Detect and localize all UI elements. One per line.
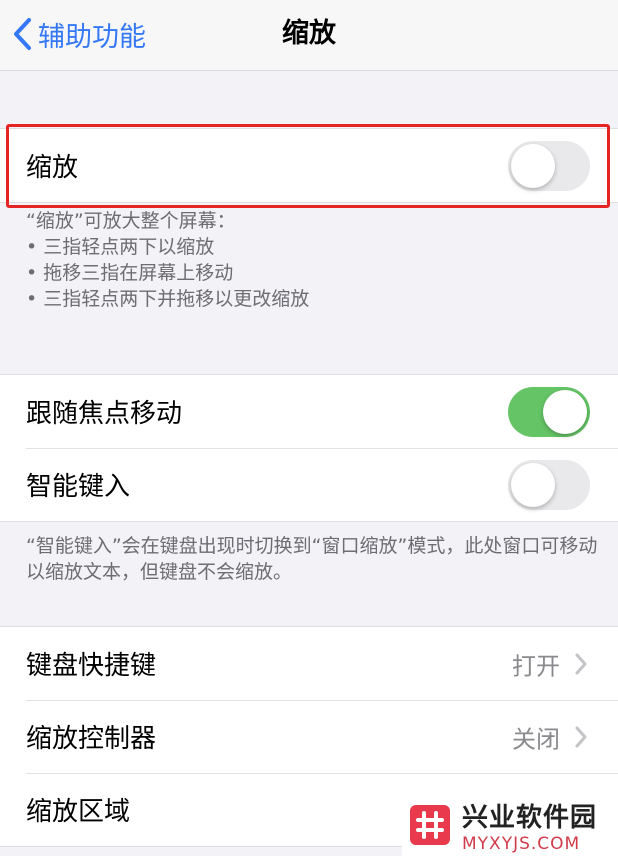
options-group: 跟随焦点移动 智能键入 <box>0 374 618 522</box>
zoom-controller-row[interactable]: 缩放控制器 关闭 <box>0 700 618 773</box>
zoom-controller-label: 缩放控制器 <box>26 724 157 754</box>
logo-icon <box>410 805 450 845</box>
watermark-name: 兴业软件园 <box>462 802 598 833</box>
highlight-box <box>6 124 610 208</box>
zoom-description-intro: “缩放”可放大整个屏幕： <box>26 210 236 232</box>
smart-typing-row: 智能键入 <box>0 448 618 521</box>
smart-typing-toggle[interactable] <box>508 459 590 510</box>
follow-focus-row: 跟随焦点移动 <box>0 375 618 448</box>
zoom-description: “缩放”可放大整个屏幕： 三指轻点两下以缩放 拖移三指在屏幕上移动 三指轻点两下… <box>26 208 598 312</box>
chevron-right-icon <box>575 726 587 747</box>
follow-focus-label: 跟随焦点移动 <box>26 399 183 429</box>
zoom-tip: 三指轻点两下以缩放 <box>26 234 598 260</box>
watermark: 兴业软件园 MYXYJS.COM <box>402 794 618 856</box>
page-title: 缩放 <box>282 18 336 49</box>
toggle-knob <box>511 462 555 507</box>
follow-focus-toggle[interactable] <box>508 386 590 437</box>
zoom-tip: 拖移三指在屏幕上移动 <box>26 260 598 286</box>
navigation-bar: 辅助功能 缩放 <box>0 0 618 71</box>
keyboard-shortcuts-label: 键盘快捷键 <box>26 651 157 681</box>
smart-typing-description: “智能键入”会在键盘出现时切换到“窗口缩放”模式，此处窗口可移动以缩放文本，但键… <box>26 535 598 583</box>
zoom-tip: 三指轻点两下并拖移以更改缩放 <box>26 286 598 312</box>
smart-typing-label: 智能键入 <box>26 472 131 502</box>
zoom-region-label: 缩放区域 <box>26 797 131 827</box>
keyboard-shortcuts-row[interactable]: 键盘快捷键 打开 <box>0 627 618 700</box>
keyboard-shortcuts-value: 打开 <box>512 652 560 680</box>
chevron-right-icon <box>575 653 587 674</box>
zoom-controller-value: 关闭 <box>512 725 560 753</box>
watermark-site: MYXYJS.COM <box>462 833 581 854</box>
watermark-text: 兴业软件园 MYXYJS.COM <box>462 797 597 854</box>
toggle-knob <box>543 389 587 434</box>
